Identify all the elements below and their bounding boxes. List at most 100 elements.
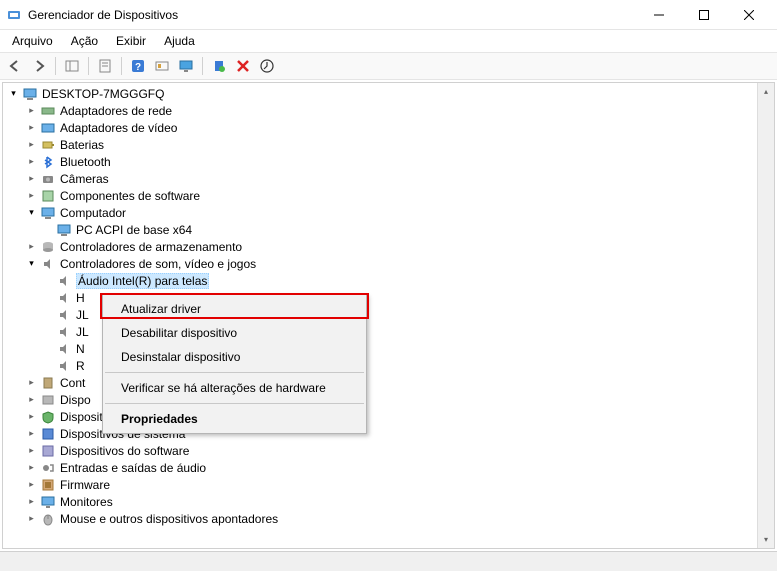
chevron-right-icon[interactable]: ▸: [25, 393, 38, 406]
device-icon: [40, 375, 56, 391]
chevron-right-icon[interactable]: ▸: [25, 189, 38, 202]
tree-label: Firmware: [60, 478, 110, 492]
titlebar: Gerenciador de Dispositivos: [0, 0, 777, 30]
menu-action[interactable]: Ação: [63, 32, 106, 50]
properties-button[interactable]: [94, 55, 116, 77]
scroll-up-icon[interactable]: ▴: [758, 83, 774, 100]
chevron-right-icon[interactable]: ▸: [25, 495, 38, 508]
sound-icon: [56, 358, 72, 374]
tree-label: Monitores: [60, 495, 113, 509]
context-uninstall-device[interactable]: Desinstalar dispositivo: [103, 345, 366, 369]
toolbar-separator: [121, 57, 122, 75]
uninstall-button[interactable]: [232, 55, 254, 77]
tree-item[interactable]: PC ACPI de base x64: [3, 221, 774, 238]
help-button[interactable]: ?: [127, 55, 149, 77]
close-button[interactable]: [726, 0, 771, 29]
tree-label: DESKTOP-7MGGGFQ: [42, 87, 164, 101]
scroll-down-icon[interactable]: ▾: [758, 531, 774, 548]
chevron-right-icon[interactable]: ▸: [25, 410, 38, 423]
tree-item[interactable]: ▸ Entradas e saídas de áudio: [3, 459, 774, 476]
chevron-right-icon[interactable]: ▸: [25, 444, 38, 457]
chevron-right-icon[interactable]: ▸: [25, 155, 38, 168]
tree-label: H: [76, 291, 85, 305]
network-adapter-icon: [40, 103, 56, 119]
context-update-driver[interactable]: Atualizar driver: [103, 297, 366, 321]
chevron-right-icon[interactable]: ▸: [25, 138, 38, 151]
software-device-icon: [40, 443, 56, 459]
camera-icon: [40, 171, 56, 187]
audio-io-icon: [40, 460, 56, 476]
tree-label: Mouse e outros dispositivos apontadores: [60, 512, 278, 526]
chevron-right-icon[interactable]: ▸: [25, 512, 38, 525]
tree-label: Adaptadores de vídeo: [60, 121, 177, 135]
menu-view[interactable]: Exibir: [108, 32, 154, 50]
tree-item[interactable]: ▸ Bluetooth: [3, 153, 774, 170]
minimize-button[interactable]: [636, 0, 681, 29]
context-disable-device[interactable]: Desabilitar dispositivo: [103, 321, 366, 345]
scan-hardware-button[interactable]: [208, 55, 230, 77]
tree-item-selected[interactable]: Áudio Intel(R) para telas: [3, 272, 774, 289]
tree-item[interactable]: ▸ Firmware: [3, 476, 774, 493]
chevron-down-icon[interactable]: ▾: [7, 87, 20, 100]
firmware-icon: [40, 477, 56, 493]
system-device-icon: [40, 426, 56, 442]
sound-icon: [56, 341, 72, 357]
tree-item[interactable]: ▸ Baterias: [3, 136, 774, 153]
tree-item[interactable]: ▸ Componentes de software: [3, 187, 774, 204]
battery-icon: [40, 137, 56, 153]
tree-label: Áudio Intel(R) para telas: [76, 273, 209, 289]
back-button[interactable]: [4, 55, 26, 77]
context-scan-hardware[interactable]: Verificar se há alterações de hardware: [103, 376, 366, 400]
context-separator: [105, 372, 364, 373]
tree-item[interactable]: ▾ Controladores de som, vídeo e jogos: [3, 255, 774, 272]
tree-label: Computador: [60, 206, 126, 220]
menu-file[interactable]: Arquivo: [4, 32, 61, 50]
tree-root[interactable]: ▾ DESKTOP-7MGGGFQ: [3, 85, 774, 102]
toolbar: ?: [0, 52, 777, 80]
menubar: Arquivo Ação Exibir Ajuda: [0, 30, 777, 52]
chevron-right-icon[interactable]: ▸: [25, 172, 38, 185]
monitor-icon[interactable]: [175, 55, 197, 77]
tree-item[interactable]: ▸ Monitores: [3, 493, 774, 510]
tree-item[interactable]: ▸ Dispositivos do software: [3, 442, 774, 459]
show-hide-button[interactable]: [61, 55, 83, 77]
tree-item[interactable]: ▸ Mouse e outros dispositivos apontadore…: [3, 510, 774, 527]
context-properties[interactable]: Propriedades: [103, 407, 366, 431]
forward-button[interactable]: [28, 55, 50, 77]
tree-label: Adaptadores de rede: [60, 104, 172, 118]
vertical-scrollbar[interactable]: ▴ ▾: [757, 83, 774, 548]
tree-label: JL: [76, 325, 89, 339]
chevron-right-icon[interactable]: ▸: [25, 121, 38, 134]
bluetooth-icon: [40, 154, 56, 170]
maximize-button[interactable]: [681, 0, 726, 29]
toolbar-icon[interactable]: [151, 55, 173, 77]
toolbar-separator: [88, 57, 89, 75]
tree-label: JL: [76, 308, 89, 322]
menu-help[interactable]: Ajuda: [156, 32, 203, 50]
tree-item[interactable]: ▸ Controladores de armazenamento: [3, 238, 774, 255]
tree-item[interactable]: ▾ Computador: [3, 204, 774, 221]
tree-item[interactable]: ▸ Adaptadores de vídeo: [3, 119, 774, 136]
chevron-right-icon[interactable]: ▸: [25, 104, 38, 117]
chevron-down-icon[interactable]: ▾: [25, 257, 38, 270]
chevron-right-icon[interactable]: ▸: [25, 376, 38, 389]
sound-icon: [56, 324, 72, 340]
tree-label: Baterias: [60, 138, 104, 152]
tree-item[interactable]: ▸ Adaptadores de rede: [3, 102, 774, 119]
tree-label: Dispositivos do software: [60, 444, 189, 458]
chevron-right-icon[interactable]: ▸: [25, 461, 38, 474]
app-icon: [6, 7, 22, 23]
chevron-right-icon[interactable]: ▸: [25, 240, 38, 253]
update-button[interactable]: [256, 55, 278, 77]
chevron-down-icon[interactable]: ▾: [25, 206, 38, 219]
tree-label: Controladores de armazenamento: [60, 240, 242, 254]
context-menu: Atualizar driver Desabilitar dispositivo…: [102, 294, 367, 434]
chevron-right-icon[interactable]: ▸: [25, 478, 38, 491]
window-controls: [636, 0, 771, 29]
chevron-right-icon[interactable]: ▸: [25, 427, 38, 440]
computer-icon: [40, 205, 56, 221]
storage-icon: [40, 239, 56, 255]
tree-label: Bluetooth: [60, 155, 111, 169]
tree-label: Componentes de software: [60, 189, 200, 203]
tree-item[interactable]: ▸ Câmeras: [3, 170, 774, 187]
